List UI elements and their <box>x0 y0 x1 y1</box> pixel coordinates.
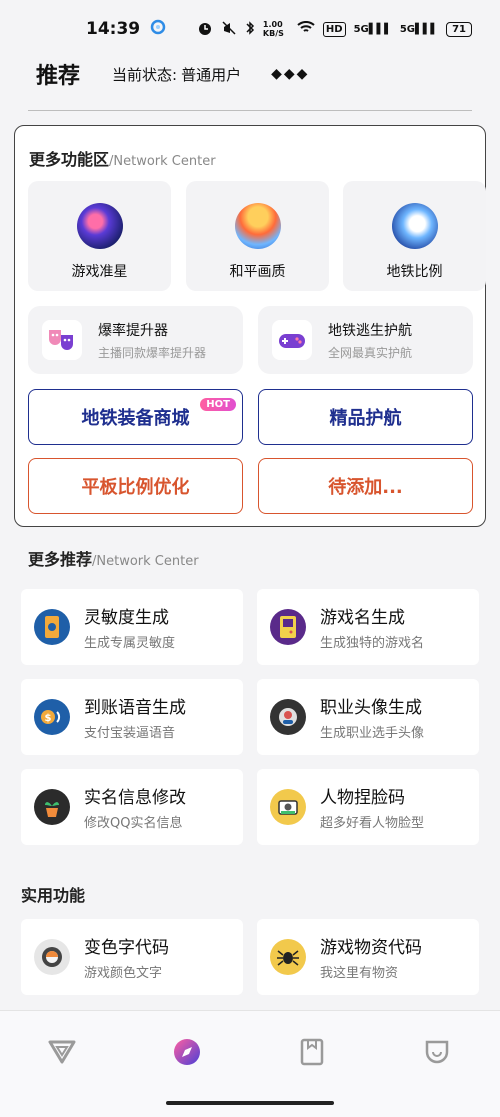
status-time: 14:39 <box>86 19 141 39</box>
practical-game-supplies-code[interactable]: 游戏物资代码 我这里有物资 <box>257 919 479 995</box>
signal-5g-1: 5G▌▌▌ <box>353 23 392 35</box>
hd-badge: HD <box>322 21 346 37</box>
signal-5g-2: 5G▌▌▌ <box>399 23 439 35</box>
gamepad-icon <box>272 320 312 360</box>
header: 推荐 当前状态: 普通用户 ◆◆◆ <box>36 58 476 90</box>
rec-payment-voice-generator[interactable]: $ 到账语音生成 支付宝装逼语音 <box>21 679 243 755</box>
rec-face-code[interactable]: 人物捏脸码 超多好看人物脸型 <box>257 769 479 845</box>
pending-add-button[interactable]: 待添加... <box>258 458 473 514</box>
practical-title: 实用功能 <box>21 886 86 905</box>
astronaut-icon <box>391 203 438 249</box>
diamond-dots: ◆◆◆ <box>271 66 310 82</box>
nav-discover[interactable] <box>169 1036 205 1072</box>
tile-game-crosshair[interactable]: 游戏准星 <box>28 181 171 291</box>
color-roll-icon <box>34 939 70 975</box>
planet-icon <box>234 203 281 249</box>
nav-v-logo[interactable] <box>44 1036 80 1072</box>
phone-settings-icon <box>34 609 70 645</box>
nav-profile[interactable] <box>419 1036 455 1072</box>
hot-badge: HOT <box>200 398 236 411</box>
avatar-badge-icon <box>270 699 306 735</box>
rec-sensitivity-generator[interactable]: 灵敏度生成 生成专属灵敏度 <box>21 589 243 665</box>
bluetooth-icon <box>245 20 255 39</box>
rec-pro-avatar-generator[interactable]: 职业头像生成 生成职业选手头像 <box>257 679 479 755</box>
money-sound-icon: $ <box>34 699 70 735</box>
theater-masks-icon <box>42 320 82 360</box>
spider-icon <box>270 939 306 975</box>
plant-pot-icon <box>34 789 70 825</box>
status-bar: 14:39 1.00 KB/S HD 5G▌▌▌ 5G▌▌▌ 71 <box>0 0 500 58</box>
more-recommended-title: 更多推荐 /Network Center <box>28 550 199 569</box>
camera-face-icon <box>270 789 306 825</box>
svg-text:$: $ <box>45 713 52 724</box>
battery-indicator: 71 <box>446 21 472 37</box>
browser-icon <box>150 19 166 39</box>
tile-peace-quality[interactable]: 和平画质 <box>186 181 329 291</box>
metro-equipment-store-button[interactable]: 地铁装备商城 HOT <box>28 389 243 445</box>
card-metro-escape-escort[interactable]: 地铁逃生护航 全网最真实护航 <box>258 306 473 374</box>
bookmark-icon <box>299 1038 325 1070</box>
status-value: 普通用户 <box>181 65 242 84</box>
home-indicator[interactable] <box>166 1101 334 1105</box>
wifi-icon <box>297 20 315 38</box>
gameboy-icon <box>270 609 306 645</box>
page-title: 推荐 <box>36 64 81 89</box>
v-logo-icon <box>47 1039 77 1069</box>
feature-panel-title: 更多功能区 /Network Center <box>29 150 216 169</box>
practical-color-text-code[interactable]: 变色字代码 游戏颜色文字 <box>21 919 243 995</box>
rec-game-name-generator[interactable]: 游戏名生成 生成独特的游戏名 <box>257 589 479 665</box>
mute-icon <box>221 20 237 39</box>
tile-metro-ratio[interactable]: 地铁比例 <box>343 181 486 291</box>
rocket-planet-icon <box>76 203 123 249</box>
discover-icon <box>172 1037 202 1071</box>
tablet-ratio-button[interactable]: 平板比例优化 <box>28 458 243 514</box>
status-indicators: 1.00 KB/S HD 5G▌▌▌ 5G▌▌▌ 71 <box>197 20 472 39</box>
profile-icon <box>423 1038 451 1070</box>
premium-escort-button[interactable]: 精品护航 <box>258 389 473 445</box>
nav-bookmark[interactable] <box>294 1036 330 1072</box>
network-speed: 1.00 KB/S <box>262 20 284 38</box>
status-label: 当前状态: <box>112 65 178 84</box>
rec-real-name-edit[interactable]: 实名信息修改 修改QQ实名信息 <box>21 769 243 845</box>
card-drop-rate-booster[interactable]: 爆率提升器 主播同款爆率提升器 <box>28 306 243 374</box>
alarm-icon <box>197 20 213 39</box>
header-divider <box>28 110 472 111</box>
feature-panel: 更多功能区 /Network Center 游戏准星 和平画质 地铁比例 爆率提… <box>14 125 486 527</box>
